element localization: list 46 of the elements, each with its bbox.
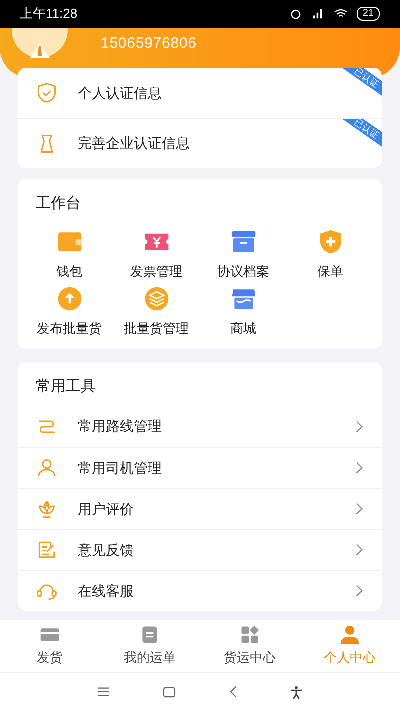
- chevron-right-icon: [355, 420, 364, 434]
- home-icon[interactable]: [163, 686, 176, 698]
- signal-icon: [310, 7, 325, 21]
- chevron-right-icon: [355, 543, 364, 557]
- avatar-icon: [12, 28, 68, 58]
- tool-row[interactable]: 在线客服: [18, 570, 382, 611]
- shield-check-icon: [36, 82, 58, 104]
- workbench-item[interactable]: 商城: [200, 285, 287, 338]
- tool-row[interactable]: 常用路线管理: [18, 406, 382, 447]
- tab[interactable]: 我的运单: [100, 620, 200, 672]
- chevron-right-icon: [355, 584, 364, 598]
- menu-icon[interactable]: [96, 687, 110, 697]
- tool-label: 用户评价: [78, 500, 135, 518]
- chevron-right-icon: [355, 502, 364, 516]
- tool-label: 意见反馈: [78, 540, 135, 560]
- workbench-item[interactable]: 钱包: [26, 228, 113, 281]
- tab[interactable]: 发货: [0, 620, 100, 672]
- back-icon[interactable]: [230, 686, 237, 698]
- certification-label: 完善企业认证信息: [78, 134, 190, 153]
- section-title: 工作台: [36, 194, 82, 214]
- chevron-right-icon: [355, 461, 364, 475]
- tool-row[interactable]: 常用司机管理: [18, 447, 382, 488]
- edit-note-icon: [36, 539, 58, 561]
- tab[interactable]: 货运中心: [200, 620, 300, 672]
- certification-label: 个人认证信息: [78, 84, 162, 102]
- workbench-item[interactable]: 保单: [287, 228, 374, 281]
- upload-circle-icon: [56, 285, 84, 313]
- section-title: 常用工具: [36, 376, 97, 396]
- accessibility-icon[interactable]: [290, 686, 304, 698]
- tool-label: 常用司机管理: [78, 458, 163, 478]
- battery-indicator: 21: [356, 7, 380, 21]
- layers-circle-icon: [142, 285, 170, 313]
- flower-icon: [36, 498, 58, 520]
- workbench-item[interactable]: 批量货管理: [113, 285, 200, 338]
- workbench-item[interactable]: 发票管理: [113, 228, 200, 281]
- person-icon: [339, 624, 361, 646]
- tool-label: 在线客服: [78, 582, 135, 600]
- workbench-item[interactable]: 发布批量货: [26, 285, 113, 338]
- phone-number: 15065976806: [101, 34, 197, 54]
- workbench-item[interactable]: 协议档案: [200, 228, 287, 281]
- tool-label: 常用路线管理: [78, 417, 163, 436]
- tool-row[interactable]: 用户评价: [18, 488, 382, 529]
- status-time: 上午11:28: [20, 5, 78, 24]
- grid-icon: [239, 624, 261, 646]
- tool-row[interactable]: 意见反馈: [18, 529, 382, 570]
- user-icon: [36, 457, 58, 479]
